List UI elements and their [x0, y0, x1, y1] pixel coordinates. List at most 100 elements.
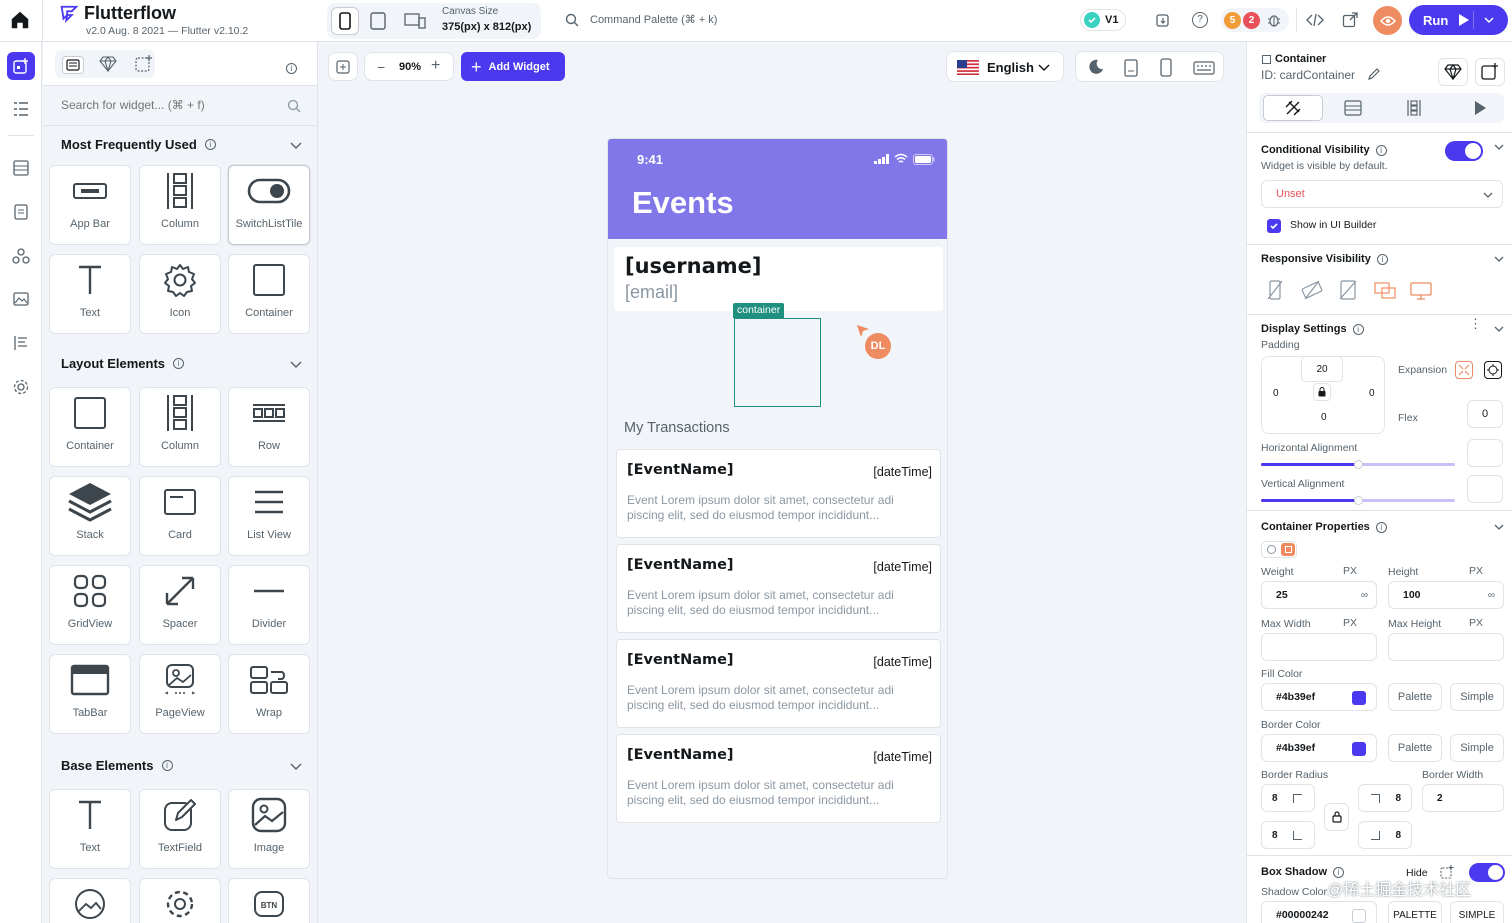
add-widget-button[interactable]: + Add Widget	[461, 52, 565, 81]
keyboard-icon[interactable]	[1193, 61, 1215, 75]
section-header-frequent[interactable]: Most Frequently Used i	[61, 137, 216, 152]
chevron-down-icon[interactable]	[1493, 521, 1505, 533]
border-width-input[interactable]: 2	[1422, 784, 1504, 812]
section-header-layout[interactable]: Layout Elements i	[61, 356, 185, 371]
export-icon[interactable]	[1155, 12, 1171, 28]
vertical-alignment-slider[interactable]	[1261, 496, 1455, 505]
widget-tile-row[interactable]: Row	[228, 387, 310, 467]
connect-nav-icon[interactable]	[8, 243, 34, 269]
settings-nav-icon[interactable]	[8, 374, 34, 400]
chevron-down-icon[interactable]	[1483, 14, 1495, 26]
shadow-palette-button[interactable]: PALETTE	[1388, 901, 1442, 923]
widget-tile-text[interactable]: Text	[49, 254, 131, 334]
border-palette-button[interactable]: Palette	[1388, 734, 1442, 762]
widget-search-input[interactable]	[61, 98, 281, 112]
home-icon[interactable]	[9, 9, 31, 31]
widget-palette-nav-icon[interactable]	[7, 52, 35, 80]
api-calls-nav-icon[interactable]	[8, 330, 34, 356]
search-icon[interactable]	[565, 13, 579, 27]
widget-tile-divider[interactable]: Divider	[228, 565, 310, 645]
dark-mode-icon[interactable]	[1088, 59, 1104, 75]
vertical-alignment-input[interactable]	[1467, 475, 1503, 503]
info-icon[interactable]: i	[1375, 521, 1387, 533]
widget-tile-column[interactable]: Column	[139, 387, 221, 467]
chevron-down-icon[interactable]	[289, 759, 303, 773]
shape-toggle[interactable]	[1261, 541, 1297, 558]
canvas-size-value[interactable]: 375(px) x 812(px)	[442, 21, 531, 33]
widget-tile-image[interactable]: Image	[228, 789, 310, 869]
widget-tile-list-view[interactable]: List View	[228, 476, 310, 556]
widget-tree-nav-icon[interactable]	[8, 96, 34, 122]
section-header-base[interactable]: Base Elements i	[61, 758, 173, 773]
lock-icon[interactable]	[1313, 383, 1331, 401]
flex-input[interactable]: 0	[1467, 400, 1503, 428]
event-card[interactable]: [EventName] [dateTime] Event Lorem ipsum d…	[616, 449, 941, 538]
open-external-icon[interactable]	[1342, 12, 1358, 28]
user-card[interactable]: [username] [email]	[614, 247, 943, 311]
fill-simple-button[interactable]: Simple	[1450, 683, 1504, 711]
radius-bottom-right-input[interactable]: 8	[1358, 821, 1412, 849]
widget-tile-button[interactable]: BTN	[228, 878, 310, 923]
tablet-preview-icon[interactable]	[1124, 59, 1138, 77]
fill-palette-button[interactable]: Palette	[1388, 683, 1442, 711]
widget-tile-card[interactable]: Card	[139, 476, 221, 556]
media-assets-nav-icon[interactable]	[8, 286, 34, 312]
tab-properties[interactable]	[1263, 95, 1323, 121]
border-color-swatch[interactable]	[1352, 742, 1366, 756]
widget-tile-tabbar[interactable]: TabBar	[49, 654, 131, 734]
horizontal-alignment-input[interactable]	[1467, 439, 1503, 467]
shadow-simple-button[interactable]: SIMPLE	[1450, 901, 1504, 923]
widget-tile-icon-button[interactable]	[139, 878, 221, 923]
widget-tile-app-bar[interactable]: App Bar	[49, 165, 131, 245]
app-bar[interactable]: 9:41 Events	[608, 139, 947, 239]
fill-color-swatch[interactable]	[1352, 691, 1366, 705]
circle-shape-icon[interactable]	[1267, 545, 1276, 554]
visibility-toggle[interactable]	[1445, 141, 1483, 161]
fill-color-input[interactable]: #4b39ef	[1261, 683, 1377, 711]
max-height-input[interactable]	[1388, 633, 1504, 661]
edit-pencil-icon[interactable]	[1367, 67, 1381, 81]
border-simple-button[interactable]: Simple	[1450, 734, 1504, 762]
chevron-down-icon[interactable]	[289, 138, 303, 152]
diamond-icon[interactable]	[99, 56, 117, 72]
show-in-builder-checkbox[interactable]	[1267, 219, 1281, 233]
radius-lock-button[interactable]	[1324, 803, 1349, 831]
zoom-in-button[interactable]: +	[431, 57, 440, 75]
widget-tile-column[interactable]: Column	[139, 165, 221, 245]
widget-tile-gridview[interactable]: GridView	[49, 565, 131, 645]
components-nav-icon[interactable]	[8, 199, 34, 225]
horizontal-alignment-slider[interactable]	[1261, 460, 1455, 469]
pages-nav-icon[interactable]	[8, 155, 34, 181]
tab-actions[interactable]	[1473, 100, 1487, 116]
event-card[interactable]: [EventName] [dateTime] Event Lorem ipsum d…	[616, 639, 941, 728]
event-card[interactable]: [EventName] [dateTime] Event Lorem ipsum d…	[616, 734, 941, 823]
widget-tile-switchlisttile[interactable]: SwitchListTile	[228, 165, 310, 245]
widget-tile-icon[interactable]: Icon	[139, 254, 221, 334]
preview-eye-button[interactable]	[1373, 6, 1402, 35]
canvas-settings-button[interactable]	[328, 52, 358, 81]
weight-input[interactable]: 25 ∞	[1261, 581, 1377, 609]
run-button[interactable]: Run	[1409, 5, 1508, 35]
widget-tile-spacer[interactable]: Spacer	[139, 565, 221, 645]
chevron-down-icon[interactable]	[1493, 141, 1505, 153]
info-icon[interactable]: i	[1375, 144, 1387, 156]
zoom-out-button[interactable]: −	[377, 59, 385, 75]
shadow-color-swatch[interactable]	[1352, 909, 1366, 923]
shadow-toggle[interactable]	[1469, 863, 1505, 882]
desktop-icon[interactable]	[1410, 282, 1432, 300]
padding-left-value[interactable]: 0	[1273, 388, 1279, 399]
widget-tile-stack[interactable]: Stack	[49, 476, 131, 556]
chevron-down-icon[interactable]	[1493, 323, 1505, 335]
layers-icon[interactable]	[62, 56, 84, 74]
border-color-input[interactable]: #4b39ef	[1261, 734, 1377, 762]
visibility-condition-select[interactable]: Unset	[1261, 180, 1503, 208]
shadow-color-input[interactable]: #00000242	[1261, 901, 1377, 923]
phone-device-button[interactable]	[331, 7, 359, 35]
padding-right-value[interactable]: 0	[1369, 388, 1375, 399]
help-icon[interactable]: ?	[1192, 12, 1208, 28]
expansion-expand-icon[interactable]	[1484, 361, 1502, 379]
phone-frame-icon[interactable]	[1160, 58, 1172, 77]
max-width-input[interactable]	[1261, 633, 1377, 661]
padding-bottom-value[interactable]: 0	[1321, 412, 1327, 423]
radius-bottom-left-input[interactable]: 8	[1261, 821, 1315, 849]
